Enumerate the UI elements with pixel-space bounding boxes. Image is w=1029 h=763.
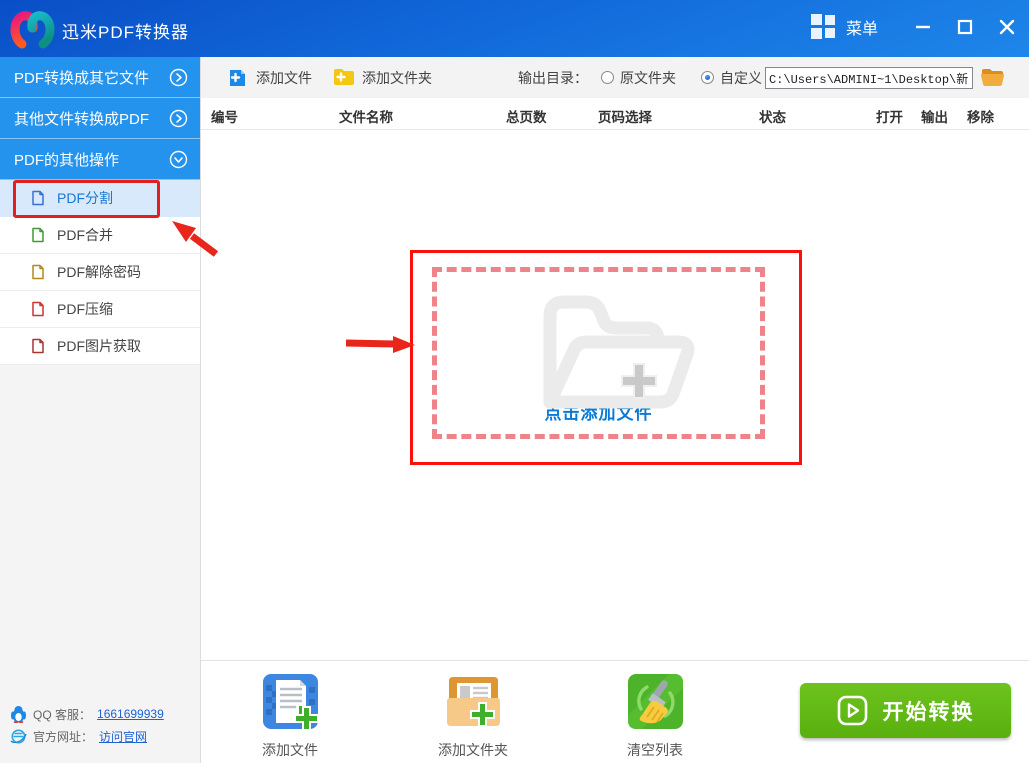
section-label: PDF转换成其它文件 (14, 69, 150, 87)
sidebar: PDF转换成其它文件 其他文件转换成PDF PDF的其他操作 PDF分割 PDF… (0, 57, 201, 763)
toolbar-add-file-label: 添加文件 (256, 69, 312, 86)
sidebar-section-other-to-pdf[interactable]: 其他文件转换成PDF (0, 98, 200, 139)
radio-custom-folder[interactable]: 自定义 (701, 68, 762, 88)
add-folder-icon (334, 69, 354, 85)
add-folder-large-icon (446, 677, 500, 727)
sidebar-item-pdf-compress[interactable]: PDF压缩 (0, 291, 200, 328)
section-label: 其他文件转换成PDF (14, 110, 150, 128)
close-icon (999, 19, 1015, 35)
qq-label: QQ 客服： (33, 707, 92, 722)
app-title: 迅米PDF转换器 (62, 23, 189, 42)
col-filename: 文件名称 (339, 110, 393, 125)
pdf-file-icon (32, 227, 44, 243)
bottom-action-bar: 添加文件 添加文件夹 清空列表 开始转换 (201, 660, 1029, 763)
sidebar-item-pdf-remove-password[interactable]: PDF解除密码 (0, 254, 200, 291)
app-logo-icon (9, 7, 55, 56)
sidebar-item-label: PDF分割 (57, 190, 113, 206)
sidebar-item-label: PDF合并 (57, 227, 113, 243)
toolbar-add-folder-button[interactable]: 添加文件夹 (333, 68, 432, 88)
radio-custom-label: 自定义 (720, 69, 762, 86)
add-file-large-icon (262, 674, 319, 730)
qq-icon (11, 706, 26, 723)
title-bar: 迅米PDF转换器 菜单 (0, 0, 1029, 57)
col-output: 输出 (921, 110, 948, 125)
qq-number-link[interactable]: 1661699939 (97, 707, 164, 721)
pdf-file-icon (32, 338, 44, 354)
sidebar-item-label: PDF压缩 (57, 301, 113, 317)
pdf-file-icon (32, 264, 44, 280)
chevron-down-circle-icon (169, 150, 188, 168)
toolbar-add-folder-label: 添加文件夹 (362, 69, 432, 86)
start-convert-label: 开始转换 (882, 700, 975, 724)
radio-dot-icon (701, 71, 714, 84)
website-label: 官方网址： (33, 729, 94, 744)
add-file-action[interactable]: 添加文件 (230, 673, 350, 760)
output-path-input[interactable] (765, 67, 973, 89)
clear-list-action-label: 清空列表 (627, 742, 683, 758)
ie-browser-icon (10, 729, 27, 743)
clear-list-broom-icon (627, 674, 683, 729)
minimize-button[interactable] (906, 12, 940, 42)
pdf-file-icon (32, 301, 44, 317)
menu-button[interactable]: 菜单 (810, 13, 878, 40)
chevron-right-circle-icon (169, 109, 188, 127)
sidebar-item-pdf-split[interactable]: PDF分割 (0, 180, 200, 217)
radio-circle-icon (601, 71, 614, 84)
toolbar-add-file-button[interactable]: 添加文件 (228, 67, 312, 88)
sidebar-item-pdf-image-extract[interactable]: PDF图片获取 (0, 328, 200, 365)
official-site-link[interactable]: 访问官网 (99, 728, 147, 745)
add-file-action-label: 添加文件 (262, 742, 318, 758)
col-page-select: 页码选择 (598, 110, 652, 125)
start-convert-button[interactable]: 开始转换 (800, 683, 1011, 738)
toolbar: 添加文件 添加文件夹 输出目录： 原文件夹 自定义 (201, 57, 1029, 98)
sidebar-item-label: PDF图片获取 (57, 338, 141, 354)
radio-original-label: 原文件夹 (620, 69, 676, 86)
sidebar-item-pdf-merge[interactable]: PDF合并 (0, 217, 200, 254)
col-status: 状态 (759, 110, 786, 125)
maximize-icon (957, 19, 973, 35)
sidebar-section-pdf-to-other[interactable]: PDF转换成其它文件 (0, 57, 200, 98)
add-folder-action[interactable]: 添加文件夹 (413, 673, 533, 760)
chevron-right-circle-icon (169, 68, 188, 86)
play-icon (837, 695, 867, 726)
col-remove: 移除 (967, 110, 994, 125)
maximize-button[interactable] (948, 12, 982, 42)
file-list-header: 编号 文件名称 总页数 页码选择 状态 打开 输出 移除 (201, 98, 1029, 130)
add-folder-action-label: 添加文件夹 (438, 742, 508, 758)
radio-original-folder[interactable]: 原文件夹 (601, 68, 676, 88)
sidebar-section-pdf-other-ops[interactable]: PDF的其他操作 (0, 139, 200, 180)
add-file-icon (230, 70, 245, 86)
menu-grid-icon (811, 14, 835, 39)
pdf-file-icon (32, 190, 44, 206)
section-label: PDF的其他操作 (14, 151, 120, 169)
output-dir-label: 输出目录： (518, 69, 588, 86)
sidebar-item-label: PDF解除密码 (57, 264, 141, 280)
support-links: QQ 客服： 1661699939 官方网址： 访问官网 (10, 703, 164, 747)
browse-folder-icon (980, 68, 1004, 86)
col-total-pages: 总页数 (506, 110, 547, 125)
add-folder-large-icon (543, 295, 695, 409)
minimize-icon (916, 25, 930, 29)
col-open: 打开 (876, 110, 903, 125)
close-button[interactable] (990, 12, 1024, 42)
menu-label: 菜单 (846, 20, 879, 38)
browse-folder-button[interactable] (980, 66, 1004, 88)
dropzone[interactable]: 点击添加文件 (432, 267, 765, 439)
clear-list-action[interactable]: 清空列表 (595, 673, 715, 760)
col-number: 编号 (211, 110, 238, 125)
